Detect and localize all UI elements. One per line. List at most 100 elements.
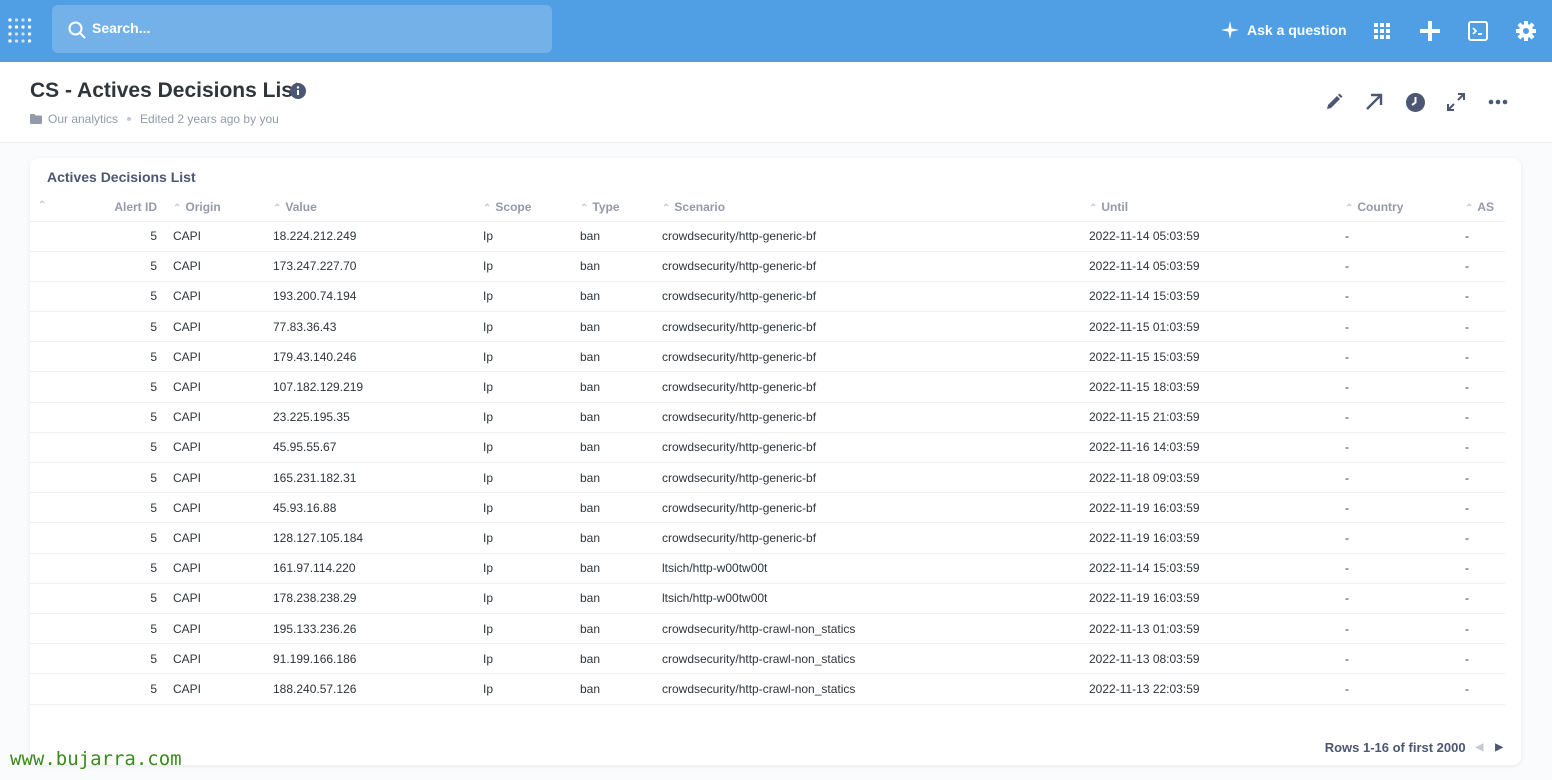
column-header-until[interactable]: ⌃ Until bbox=[1081, 193, 1337, 222]
cell-origin[interactable]: CAPI bbox=[165, 281, 265, 313]
cell-type[interactable]: ban bbox=[572, 613, 654, 645]
cell-as[interactable]: - bbox=[1457, 613, 1505, 645]
cell-scope[interactable]: Ip bbox=[475, 492, 572, 524]
cell-type[interactable]: ban bbox=[572, 371, 654, 403]
cell-country[interactable]: - bbox=[1337, 221, 1457, 252]
cell-value[interactable]: 45.93.16.88 bbox=[265, 492, 475, 524]
cell-scope[interactable]: Ip bbox=[475, 613, 572, 645]
cell-alert-id[interactable]: 5 bbox=[30, 251, 165, 282]
cell-scope[interactable]: Ip bbox=[475, 251, 572, 282]
cell-until[interactable]: 2022-11-15 01:03:59 bbox=[1081, 311, 1337, 343]
cell-alert-id[interactable]: 5 bbox=[30, 553, 165, 584]
cell-until[interactable]: 2022-11-19 16:03:59 bbox=[1081, 583, 1337, 614]
table-row[interactable]: 5 CAPI 165.231.182.31 Ip ban crowdsecurity/ht… bbox=[30, 462, 1505, 494]
search-input[interactable]: Search... bbox=[92, 20, 150, 36]
cell-scenario[interactable]: crowdsecurity/http-generic-bf bbox=[654, 492, 1081, 524]
cell-type[interactable]: ban bbox=[572, 311, 654, 343]
cell-alert-id[interactable]: 5 bbox=[30, 613, 165, 645]
cell-scope[interactable]: Ip bbox=[475, 673, 572, 705]
cell-value[interactable]: 128.127.105.184 bbox=[265, 522, 475, 554]
cell-alert-id[interactable]: 5 bbox=[30, 402, 165, 433]
cell-until[interactable]: 2022-11-15 18:03:59 bbox=[1081, 371, 1337, 403]
cell-scope[interactable]: Ip bbox=[475, 643, 572, 675]
grid-icon[interactable] bbox=[1370, 19, 1394, 43]
clock-icon[interactable] bbox=[1404, 91, 1426, 113]
column-header-value[interactable]: ⌃ Value bbox=[265, 193, 475, 222]
cell-type[interactable]: ban bbox=[572, 341, 654, 373]
column-header-as[interactable]: ⌃ AS bbox=[1457, 193, 1505, 222]
cell-country[interactable]: - bbox=[1337, 492, 1457, 524]
cell-value[interactable]: 91.199.166.186 bbox=[265, 643, 475, 675]
cell-alert-id[interactable]: 5 bbox=[30, 371, 165, 403]
cell-scope[interactable]: Ip bbox=[475, 281, 572, 313]
cell-until[interactable]: 2022-11-14 05:03:59 bbox=[1081, 251, 1337, 282]
column-header-country[interactable]: ⌃ Country bbox=[1337, 193, 1457, 222]
cell-scenario[interactable]: crowdsecurity/http-generic-bf bbox=[654, 462, 1081, 494]
cell-origin[interactable]: CAPI bbox=[165, 522, 265, 554]
column-header-alert-id[interactable]: ⌃ Alert ID bbox=[30, 193, 165, 222]
cell-origin[interactable]: CAPI bbox=[165, 251, 265, 282]
table-row[interactable]: 5 CAPI 23.225.195.35 Ip ban crowdsecurity/htt… bbox=[30, 402, 1505, 433]
cell-type[interactable]: ban bbox=[572, 522, 654, 554]
cell-value[interactable]: 165.231.182.31 bbox=[265, 462, 475, 494]
cell-alert-id[interactable]: 5 bbox=[30, 311, 165, 343]
table-row[interactable]: 5 CAPI 107.182.129.219 Ip ban crowdsecurity/h… bbox=[30, 371, 1505, 403]
ask-question-button[interactable]: Ask a question bbox=[1221, 18, 1347, 42]
cell-as[interactable]: - bbox=[1457, 553, 1505, 584]
cell-as[interactable]: - bbox=[1457, 643, 1505, 675]
cell-scope[interactable]: Ip bbox=[475, 402, 572, 433]
cell-type[interactable]: ban bbox=[572, 432, 654, 464]
cell-alert-id[interactable]: 5 bbox=[30, 643, 165, 675]
cell-as[interactable]: - bbox=[1457, 281, 1505, 313]
cell-country[interactable]: - bbox=[1337, 341, 1457, 373]
cell-alert-id[interactable]: 5 bbox=[30, 341, 165, 373]
cell-scenario[interactable]: crowdsecurity/http-generic-bf bbox=[654, 522, 1081, 554]
cell-origin[interactable]: CAPI bbox=[165, 553, 265, 584]
cell-origin[interactable]: CAPI bbox=[165, 462, 265, 494]
cell-value[interactable]: 45.95.55.67 bbox=[265, 432, 475, 464]
cell-origin[interactable]: CAPI bbox=[165, 221, 265, 252]
cell-origin[interactable]: CAPI bbox=[165, 432, 265, 464]
collection-link[interactable]: Our analytics bbox=[48, 112, 118, 126]
cell-as[interactable]: - bbox=[1457, 432, 1505, 464]
cell-value[interactable]: 178.238.238.29 bbox=[265, 583, 475, 614]
cell-scenario[interactable]: crowdsecurity/http-generic-bf bbox=[654, 281, 1081, 313]
cell-country[interactable]: - bbox=[1337, 251, 1457, 282]
cell-until[interactable]: 2022-11-13 08:03:59 bbox=[1081, 643, 1337, 675]
cell-value[interactable]: 23.225.195.35 bbox=[265, 402, 475, 433]
table-row[interactable]: 5 CAPI 195.133.236.26 Ip ban crowdsecurity/ht… bbox=[30, 613, 1505, 645]
cell-scenario[interactable]: crowdsecurity/http-crawl-non_statics bbox=[654, 673, 1081, 705]
cell-value[interactable]: 188.240.57.126 bbox=[265, 673, 475, 705]
cell-scope[interactable]: Ip bbox=[475, 341, 572, 373]
cell-as[interactable]: - bbox=[1457, 673, 1505, 705]
cell-type[interactable]: ban bbox=[572, 251, 654, 282]
plus-icon[interactable] bbox=[1418, 19, 1442, 43]
table-row[interactable]: 5 CAPI 77.83.36.43 Ip ban crowdsecurity/http-… bbox=[30, 311, 1505, 343]
cell-value[interactable]: 77.83.36.43 bbox=[265, 311, 475, 343]
table-row[interactable]: 5 CAPI 179.43.140.246 Ip ban crowdsecurity/ht… bbox=[30, 341, 1505, 373]
cell-country[interactable]: - bbox=[1337, 553, 1457, 584]
cell-value[interactable]: 173.247.227.70 bbox=[265, 251, 475, 282]
page-title[interactable]: CS - Actives Decisions List bbox=[30, 79, 300, 103]
cell-scenario[interactable]: crowdsecurity/http-generic-bf bbox=[654, 371, 1081, 403]
cell-country[interactable]: - bbox=[1337, 462, 1457, 494]
cell-until[interactable]: 2022-11-14 15:03:59 bbox=[1081, 553, 1337, 584]
table-row[interactable]: 5 CAPI 128.127.105.184 Ip ban crowdsecurity/h… bbox=[30, 522, 1505, 554]
expand-icon[interactable] bbox=[1445, 91, 1467, 113]
cell-scenario[interactable]: crowdsecurity/http-crawl-non_statics bbox=[654, 643, 1081, 675]
cell-origin[interactable]: CAPI bbox=[165, 583, 265, 614]
cell-value[interactable]: 193.200.74.194 bbox=[265, 281, 475, 313]
cell-type[interactable]: ban bbox=[572, 492, 654, 524]
cell-scenario[interactable]: crowdsecurity/http-generic-bf bbox=[654, 432, 1081, 464]
cell-type[interactable]: ban bbox=[572, 281, 654, 313]
cell-origin[interactable]: CAPI bbox=[165, 673, 265, 705]
search-bar[interactable]: Search... bbox=[52, 5, 552, 53]
gear-icon[interactable] bbox=[1514, 19, 1538, 43]
cell-type[interactable]: ban bbox=[572, 402, 654, 433]
cell-type[interactable]: ban bbox=[572, 583, 654, 614]
next-page-icon[interactable]: ▶ bbox=[1495, 742, 1503, 753]
cell-as[interactable]: - bbox=[1457, 311, 1505, 343]
cell-country[interactable]: - bbox=[1337, 371, 1457, 403]
cell-scenario[interactable]: crowdsecurity/http-generic-bf bbox=[654, 251, 1081, 282]
table-row[interactable]: 5 CAPI 161.97.114.220 Ip ban ltsich/http-w00t… bbox=[30, 553, 1505, 584]
